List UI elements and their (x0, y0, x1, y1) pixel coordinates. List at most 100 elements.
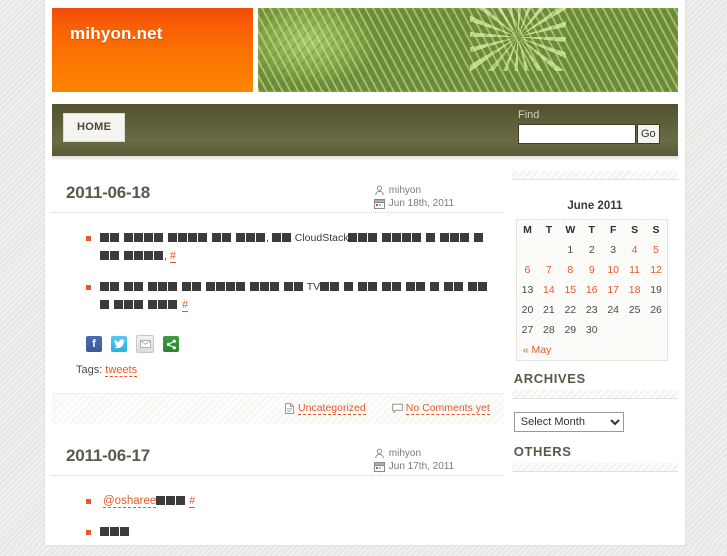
calendar-weekday: S (631, 224, 639, 236)
archives-month-select[interactable]: Select Month (513, 412, 624, 432)
cjk-glyph-block (212, 232, 221, 242)
hashtag-link[interactable]: # (189, 495, 196, 508)
site-logo[interactable]: mihyon.net (52, 8, 253, 92)
cjk-glyph-block (460, 232, 470, 242)
cjk-glyph-block (198, 232, 207, 242)
post-list-item: @osharee # (86, 492, 494, 510)
calendar-day: 24 (607, 304, 619, 316)
cjk-glyph-block (330, 281, 340, 291)
widget-rule (511, 390, 678, 399)
cjk-glyph-block (168, 232, 177, 242)
search-input[interactable] (518, 124, 636, 144)
post-line-text: @osharee # (100, 492, 196, 510)
calendar-prev-link[interactable]: « May (523, 344, 552, 356)
hashtag-link[interactable]: # (169, 250, 176, 263)
post-header: 2011-06-18 mihyon Jun 18th, 2011 (52, 183, 504, 213)
calendar-day-linked[interactable]: 16 (581, 280, 602, 300)
cjk-glyph-block (182, 281, 191, 291)
calendar-table: MTWTFSS 1 2 3 4 5 6 7 8 9 10 11 12 13 14 15 16 17 18 19 20 2… (515, 219, 668, 361)
cjk-glyph-block (100, 299, 109, 309)
cjk-glyph-block (281, 232, 291, 242)
cjk-glyph-block (284, 281, 293, 291)
calendar-day-linked[interactable]: 5 (645, 240, 667, 260)
calendar-day: 21 (543, 304, 555, 316)
site-header: mihyon.net (45, 0, 685, 104)
site-title: mihyon.net (70, 24, 163, 43)
calendar-day: 20 (521, 304, 534, 316)
calendar-weekday: S (652, 224, 660, 236)
cjk-glyph-block (110, 250, 119, 260)
search-go-button[interactable]: Go (637, 124, 660, 144)
calendar-next-month (581, 340, 667, 361)
calendar-day: 1 (567, 244, 574, 256)
calendar-weekday: F (609, 224, 617, 236)
calendar-day-linked[interactable]: 6 (516, 260, 538, 280)
cjk-glyph-block (440, 232, 450, 242)
post-tags: Tags: tweets (52, 353, 504, 377)
cjk-glyph-block (158, 299, 167, 309)
inline-text: , (164, 250, 170, 262)
tag-link[interactable]: tweets (105, 364, 138, 377)
widget-calendar: June 2011 MTWTFSS 1 2 3 4 5 6 7 8 9 10 11 12 13 14 15 1… (511, 171, 678, 361)
cjk-glyph-block (110, 281, 119, 291)
comments-link[interactable]: No Comments yet (405, 402, 490, 415)
post-line-text: TV # (100, 278, 494, 314)
cjk-glyph-block (124, 281, 133, 291)
cjk-glyph-block (100, 281, 109, 291)
calendar-day-linked[interactable]: 15 (560, 280, 581, 300)
calendar-weekday: M (523, 224, 532, 236)
cjk-glyph-block (148, 281, 157, 291)
list-bullet-icon (86, 285, 91, 290)
facebook-share-icon[interactable]: f (86, 336, 102, 352)
hashtag-link[interactable]: # (182, 299, 189, 312)
calendar-day: 26 (650, 304, 662, 316)
main-column: 2011-06-18 mihyon Jun 18th, 2011 , Cloud… (52, 161, 504, 556)
calendar-day-linked[interactable]: 11 (624, 260, 645, 280)
cjk-glyph-block (154, 232, 163, 242)
twitter-share-icon[interactable] (111, 336, 127, 352)
post-body: , CloudStack, # TV # (52, 213, 504, 329)
cjk-glyph-block (168, 281, 177, 291)
nav-item-home[interactable]: HOME (63, 113, 126, 142)
calendar-day-linked[interactable]: 14 (538, 280, 559, 300)
calendar-day-linked[interactable]: 17 (602, 280, 623, 300)
calendar-day-linked[interactable]: 4 (624, 240, 645, 260)
cjk-glyph-block (236, 232, 245, 242)
cjk-glyph-block (368, 232, 378, 242)
mention-link[interactable]: @osharee (103, 495, 157, 508)
cjk-glyph-block (156, 495, 166, 505)
nav-menu: HOME (63, 113, 126, 142)
cjk-glyph-block (222, 232, 231, 242)
share-icon[interactable] (163, 336, 179, 352)
calendar-prev-month[interactable]: « May (516, 340, 581, 361)
cjk-glyph-block (236, 281, 245, 291)
cjk-glyph-block (250, 281, 259, 291)
calendar-day-linked[interactable]: 12 (645, 260, 667, 280)
calendar-day: 30 (585, 324, 598, 336)
post-date-line: Jun 17th, 2011 (373, 461, 494, 472)
cjk-glyph-block (216, 281, 225, 291)
cjk-glyph-block (100, 250, 109, 260)
list-bullet-icon (86, 499, 91, 504)
email-share-icon[interactable] (136, 335, 154, 353)
calendar-day-linked[interactable]: 8 (560, 260, 581, 280)
calendar-day-linked[interactable]: 10 (602, 260, 623, 280)
category-link[interactable]: Uncategorized (298, 402, 366, 415)
calendar-day-linked[interactable]: 7 (538, 260, 559, 280)
calendar-day-linked[interactable]: 18 (624, 280, 645, 300)
calendar-day-linked[interactable]: 9 (581, 260, 602, 280)
calendar-weekday: T (545, 224, 553, 236)
cjk-glyph-block (468, 281, 478, 291)
cjk-glyph-block (148, 299, 157, 309)
calendar-day-empty (645, 320, 667, 340)
widget-others: OTHERS (511, 444, 678, 472)
banner-layer-needles (258, 8, 678, 92)
post-comments: No Comments yet (391, 402, 490, 415)
cjk-glyph-block (444, 281, 454, 291)
inline-text: TV (304, 281, 321, 293)
calendar-day-empty (538, 240, 559, 260)
calendar-week-row: 27 28 29 30 (516, 320, 667, 340)
cjk-glyph-block (406, 281, 416, 291)
post-article: 2011-06-18 mihyon Jun 18th, 2011 , Cloud… (52, 161, 504, 424)
cjk-glyph-block (430, 281, 440, 291)
